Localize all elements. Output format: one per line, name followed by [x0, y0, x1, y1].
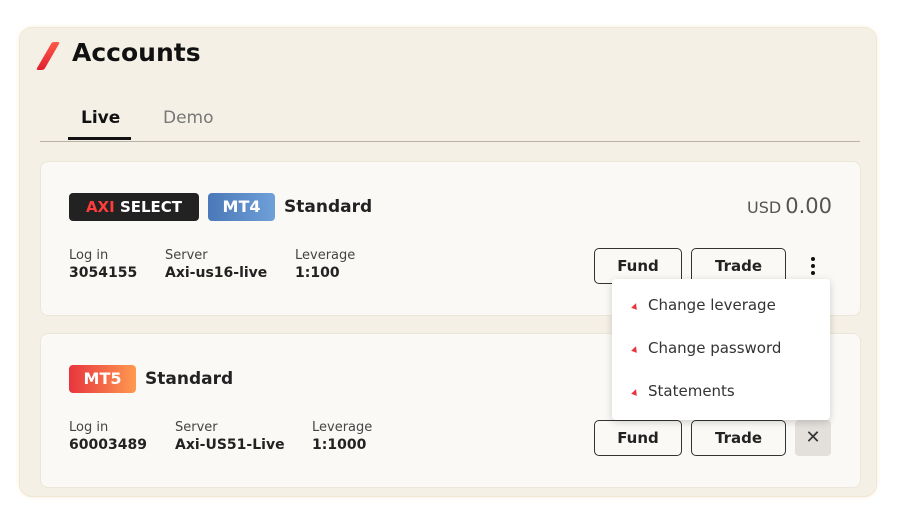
platform-badge: MT5: [69, 365, 136, 393]
menu-item-change-password[interactable]: Change password: [631, 339, 782, 357]
menu-item-label: Statements: [648, 382, 735, 400]
account-type: Standard: [145, 369, 234, 389]
balance-currency: USD: [747, 198, 782, 217]
trade-button[interactable]: Trade: [691, 420, 786, 456]
leverage-value: 1:1000: [312, 437, 367, 453]
account-options-menu: Change leverage Change password Statemen…: [612, 279, 830, 420]
leverage-label: Leverage: [312, 420, 373, 435]
account-type: Standard: [284, 197, 373, 217]
axi-select-badge: AXI SELECT: [69, 193, 199, 221]
login-field: Log in 60003489: [69, 420, 147, 453]
account-balance: USD 0.00: [747, 194, 832, 218]
login-field: Log in 3054155: [69, 248, 137, 281]
server-field: Server Axi-US51-Live: [175, 420, 285, 453]
leverage-field: Leverage 1:100: [295, 248, 355, 281]
server-field: Server Axi-us16-live: [165, 248, 267, 281]
tab-live[interactable]: Live: [81, 108, 120, 128]
server-value: Axi-US51-Live: [175, 437, 285, 453]
tabs-divider: [40, 141, 860, 142]
bullet-icon: [631, 301, 639, 310]
server-label: Server: [165, 248, 208, 263]
server-label: Server: [175, 420, 218, 435]
platform-badge: MT4: [208, 193, 275, 221]
leverage-field: Leverage 1:1000: [312, 420, 372, 453]
bullet-icon: [631, 344, 639, 353]
menu-item-label: Change leverage: [648, 296, 776, 314]
login-label: Log in: [69, 248, 109, 263]
menu-item-change-leverage[interactable]: Change leverage: [631, 296, 776, 314]
login-value: 60003489: [69, 437, 147, 453]
balance-amount: 0.00: [785, 194, 832, 218]
page-title: Accounts: [72, 38, 201, 67]
leverage-label: Leverage: [295, 248, 356, 263]
fund-button[interactable]: Fund: [594, 420, 682, 456]
menu-item-label: Change password: [648, 339, 782, 357]
badge-select-text: SELECT: [114, 198, 183, 216]
server-value: Axi-us16-live: [165, 265, 268, 281]
login-label: Log in: [69, 420, 109, 435]
leverage-value: 1:100: [295, 265, 340, 281]
menu-item-statements[interactable]: Statements: [631, 382, 735, 400]
bullet-icon: [631, 387, 639, 396]
badge-axi-text: AXI: [85, 198, 115, 216]
tab-demo[interactable]: Demo: [163, 108, 214, 128]
login-value: 3054155: [69, 265, 138, 281]
close-icon[interactable]: ✕: [795, 420, 831, 456]
active-tab-indicator: [68, 137, 131, 140]
